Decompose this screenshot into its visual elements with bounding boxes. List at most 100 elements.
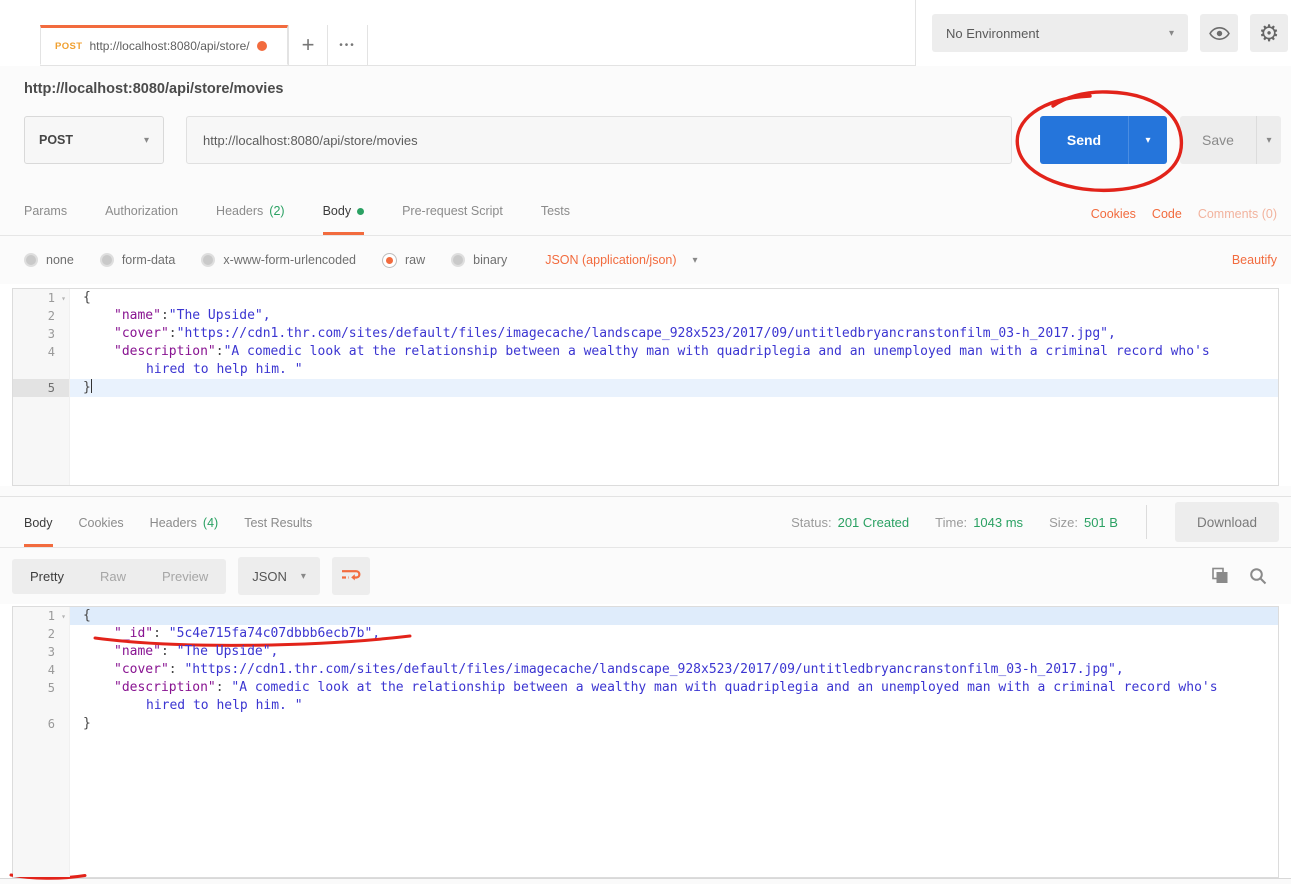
code-line: 3 "cover":"https://cdn1.thr.com/sites/de… (13, 325, 1278, 343)
tab-method-badge: POST (55, 41, 82, 52)
radio-icon (100, 253, 114, 267)
code-line-active: 5 } (13, 379, 1278, 397)
search-icon[interactable] (1249, 567, 1267, 585)
cookies-link[interactable]: Cookies (1091, 207, 1136, 221)
eye-icon (1209, 26, 1230, 41)
gear-icon: ⚙ (1259, 22, 1280, 45)
environment-label: No Environment (946, 26, 1039, 41)
beautify-link[interactable]: Beautify (1232, 253, 1277, 267)
code-link[interactable]: Code (1152, 207, 1182, 221)
postman-window: POST http://localhost:8080/api/store/ + … (0, 0, 1291, 884)
code-line-id: 2 "_id": "5c4e715fa74c07dbbb6ecb7b", (13, 625, 1278, 643)
url-builder-row: POST ▾ Send ▾ Save ▾ (0, 106, 1291, 174)
tab-body[interactable]: Body (323, 204, 365, 235)
mode-none-radio[interactable]: none (24, 253, 74, 267)
response-headers-count-badge: (4) (203, 516, 218, 530)
status-pair: Status: 201 Created (791, 515, 909, 530)
request-body-editor[interactable]: 1▾ { 2 "name":"The Upside", 3 "cover":"h… (12, 288, 1279, 486)
save-split-button: Save ▾ (1180, 116, 1281, 164)
mode-binary-radio[interactable]: binary (451, 253, 507, 267)
chevron-down-icon: ▾ (693, 255, 698, 266)
radio-icon (24, 253, 38, 267)
code-line: 5 "description": "A comedic look at the … (13, 679, 1278, 697)
code-line-wrap: hired to help him. " (13, 697, 1278, 715)
mode-form-data-radio[interactable]: form-data (100, 253, 176, 267)
status-badge: 201 Created (838, 515, 910, 530)
radio-icon (451, 253, 465, 267)
comments-link[interactable]: Comments (0) (1198, 207, 1277, 221)
size-pair: Size: 501 B (1049, 515, 1118, 530)
view-pretty[interactable]: Pretty (12, 559, 82, 594)
environment-quick-look-button[interactable] (1200, 14, 1238, 52)
editor-empty-area[interactable] (13, 733, 1278, 877)
tab-headers[interactable]: Headers (2) (216, 204, 285, 235)
response-tab-cookies[interactable]: Cookies (79, 516, 124, 547)
view-raw[interactable]: Raw (82, 559, 144, 594)
send-options-button[interactable]: ▾ (1128, 116, 1167, 164)
divider (1146, 505, 1147, 539)
environment-selector[interactable]: No Environment ▾ (932, 14, 1188, 52)
page-title: http://localhost:8080/api/store/movies (24, 81, 283, 97)
editor-empty-area[interactable] (13, 397, 1278, 485)
fold-caret-icon[interactable]: ▾ (61, 290, 66, 308)
chevron-down-icon: ▾ (1169, 28, 1174, 39)
body-filled-dot-icon (357, 208, 364, 215)
content-type-selector[interactable]: JSON (application/json) ▾ (545, 253, 697, 267)
chevron-down-icon: ▾ (144, 135, 149, 146)
code-line: 4 "cover": "https://cdn1.thr.com/sites/d… (13, 661, 1278, 679)
unsaved-changes-dot-icon (257, 41, 267, 51)
response-tabs-row: Body Cookies Headers (4) Test Results St… (0, 496, 1291, 548)
tab-url-label: http://localhost:8080/api/store/ (89, 39, 249, 53)
mode-urlencoded-radio[interactable]: x-www-form-urlencoded (201, 253, 356, 267)
response-format-selector[interactable]: JSON ▾ (238, 557, 320, 595)
method-selector[interactable]: POST ▾ (24, 116, 164, 164)
code-line-wrap: hired to help him. " (13, 361, 1278, 379)
code-line: 3 "name": "The Upside", (13, 643, 1278, 661)
code-line: 6 } (13, 715, 1278, 733)
chevron-down-icon: ▾ (1145, 135, 1150, 146)
response-meta: Status: 201 Created Time: 1043 ms Size: … (791, 502, 1279, 542)
time-pair: Time: 1043 ms (935, 515, 1023, 530)
url-input[interactable] (186, 116, 1012, 164)
code-line: 2 "name":"The Upside", (13, 307, 1278, 325)
request-tabs-row: Params Authorization Headers (2) Body Pr… (0, 174, 1291, 236)
top-bar: POST http://localhost:8080/api/store/ + … (0, 0, 1291, 66)
method-label: POST (39, 133, 73, 147)
save-button[interactable]: Save (1180, 116, 1256, 164)
send-button[interactable]: Send (1040, 116, 1128, 164)
settings-button[interactable]: ⚙ (1250, 14, 1288, 52)
tab-params[interactable]: Params (24, 204, 67, 235)
response-view-group: Pretty Raw Preview (12, 559, 226, 594)
response-tab-test-results[interactable]: Test Results (244, 516, 312, 547)
response-tab-body[interactable]: Body (24, 516, 53, 547)
download-button[interactable]: Download (1175, 502, 1279, 542)
word-wrap-icon (341, 568, 361, 584)
copy-icon[interactable] (1211, 567, 1229, 585)
new-tab-button[interactable]: + (288, 25, 328, 65)
fold-caret-icon[interactable]: ▾ (61, 608, 66, 626)
tab-tests[interactable]: Tests (541, 204, 570, 235)
send-split-button: Send ▾ (1040, 116, 1167, 164)
headers-count-badge: (2) (269, 204, 284, 218)
chevron-down-icon: ▾ (1266, 135, 1271, 146)
request-tab-strip: POST http://localhost:8080/api/store/ + … (0, 0, 915, 66)
save-options-button[interactable]: ▾ (1256, 116, 1281, 164)
body-mode-row: none form-data x-www-form-urlencoded raw… (0, 236, 1291, 284)
code-line-highlighted: 1▾ { (13, 607, 1278, 625)
wrap-lines-button[interactable] (332, 557, 370, 595)
view-preview[interactable]: Preview (144, 559, 226, 594)
chevron-down-icon: ▾ (301, 571, 306, 582)
request-tab-active[interactable]: POST http://localhost:8080/api/store/ (40, 25, 288, 65)
tab-options-button[interactable]: ••• (328, 25, 368, 65)
text-cursor (91, 379, 92, 393)
response-toolbar: Pretty Raw Preview JSON ▾ (0, 548, 1291, 604)
tab-strip-empty-area (368, 25, 915, 65)
tab-authorization[interactable]: Authorization (105, 204, 178, 235)
window-bottom-edge (0, 878, 1291, 884)
tab-pre-request-script[interactable]: Pre-request Script (402, 204, 503, 235)
response-tab-headers[interactable]: Headers (4) (150, 516, 219, 547)
mode-raw-radio[interactable]: raw (382, 253, 425, 268)
response-body-editor[interactable]: 1▾ { 2 "_id": "5c4e715fa74c07dbbb6ecb7b"… (12, 606, 1279, 878)
section-spacer (0, 486, 1291, 496)
radio-selected-icon (382, 253, 397, 268)
